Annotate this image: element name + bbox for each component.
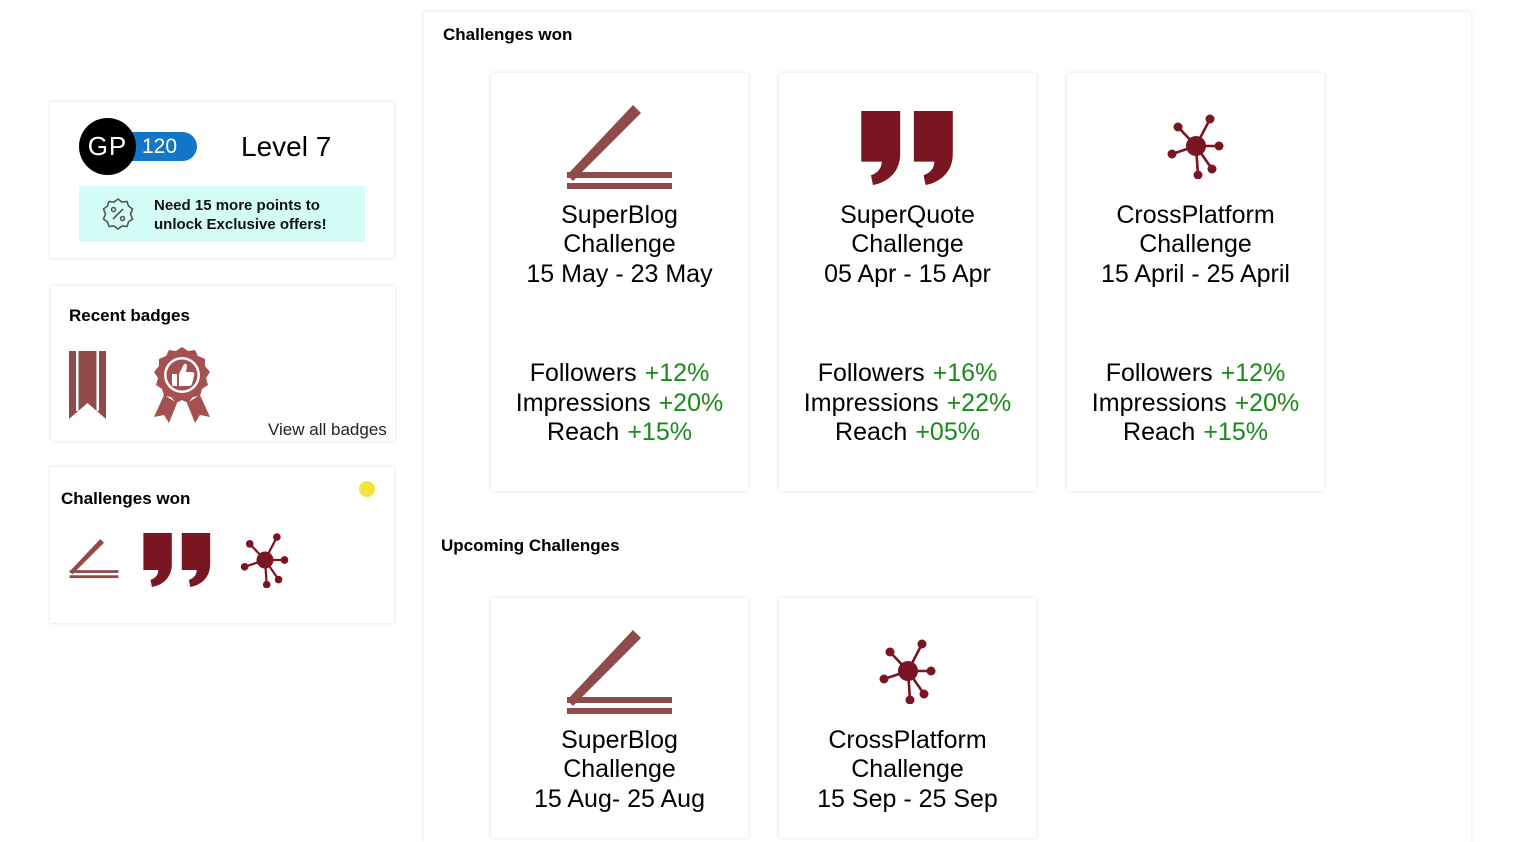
quote-icon[interactable] (143, 533, 212, 587)
challenge-subtitle: Challenge (563, 230, 676, 258)
challenge-card-superblog[interactable]: SuperBlog Challenge 15 May - 23 May Foll… (491, 73, 748, 491)
challenge-dates: 15 May - 23 May (526, 260, 713, 288)
challenge-subtitle: Challenge (851, 230, 964, 258)
challenge-dates: 15 April - 25 April (1101, 260, 1290, 288)
challenges-won-title: Challenges won (443, 25, 573, 44)
upcoming-challenges-title: Upcoming Challenges (441, 536, 620, 555)
offer-line-2: unlock Exclusive offers! (154, 216, 327, 233)
upcoming-card-superblog[interactable]: SuperBlog Challenge 15 Aug- 25 Aug (491, 598, 748, 838)
offer-line-1: Need 15 more points to (154, 197, 320, 214)
points-value: 120 (142, 135, 178, 158)
offer-text: Need 15 more points to unlock Exclusive … (154, 196, 327, 234)
challenge-name: SuperBlog (561, 726, 678, 754)
upcoming-card-crossplatform[interactable]: CrossPlatform Challenge 15 Sep - 25 Sep (779, 598, 1036, 838)
stat-impressions: Impressions +22% (803, 388, 1012, 417)
blog-pen-icon (567, 630, 672, 714)
stat-impressions: Impressions +20% (1091, 388, 1300, 417)
challenge-name: SuperQuote (840, 201, 975, 229)
challenges-won-summary-title: Challenges won (61, 489, 191, 508)
challenge-card-crossplatform[interactable]: CrossPlatform Challenge 15 April - 25 Ap… (1067, 73, 1324, 491)
bookmark-icon[interactable] (69, 351, 107, 419)
network-icon (879, 639, 936, 704)
network-icon[interactable] (237, 532, 293, 588)
stat-followers: Followers +12% (1105, 359, 1286, 387)
blog-pen-icon (567, 105, 672, 189)
challenge-dates: 05 Apr - 15 Apr (824, 260, 991, 288)
blog-pen-icon[interactable] (69, 539, 119, 579)
quote-icon (861, 111, 953, 185)
network-icon (1167, 114, 1224, 179)
recent-badges-title: Recent badges (69, 306, 190, 325)
challenge-name: CrossPlatform (828, 726, 987, 754)
challenge-stats: Followers +12% Impressions +20% Reach +15% (1067, 359, 1324, 448)
stat-reach: Reach +15% (547, 418, 692, 446)
notification-dot (359, 481, 375, 497)
challenge-dates: 15 Sep - 25 Sep (817, 785, 998, 813)
stat-reach: Reach +05% (835, 418, 980, 446)
challenge-subtitle: Challenge (1139, 230, 1252, 258)
challenge-subtitle: Challenge (563, 755, 676, 783)
level-label: Level 7 (241, 131, 332, 162)
view-all-badges-link[interactable]: View all badges (268, 420, 387, 440)
challenge-name: CrossPlatform (1116, 201, 1275, 229)
challenge-subtitle: Challenge (851, 755, 964, 783)
challenge-name: SuperBlog (561, 201, 678, 229)
stat-impressions: Impressions +20% (515, 388, 724, 417)
thumbs-up-award-icon[interactable] (150, 345, 214, 425)
discount-badge-icon (102, 198, 134, 230)
challenge-stats: Followers +16% Impressions +22% Reach +05% (779, 359, 1036, 448)
challenge-dates: 15 Aug- 25 Aug (534, 785, 705, 813)
challenge-card-superquote[interactable]: SuperQuote Challenge 05 Apr - 15 Apr Fol… (779, 73, 1036, 491)
avatar[interactable]: GP (79, 118, 136, 175)
stat-followers: Followers +16% (817, 359, 998, 387)
stat-followers: Followers +12% (529, 359, 710, 387)
challenge-stats: Followers +12% Impressions +20% Reach +15% (491, 359, 748, 448)
stat-reach: Reach +15% (1123, 418, 1268, 446)
